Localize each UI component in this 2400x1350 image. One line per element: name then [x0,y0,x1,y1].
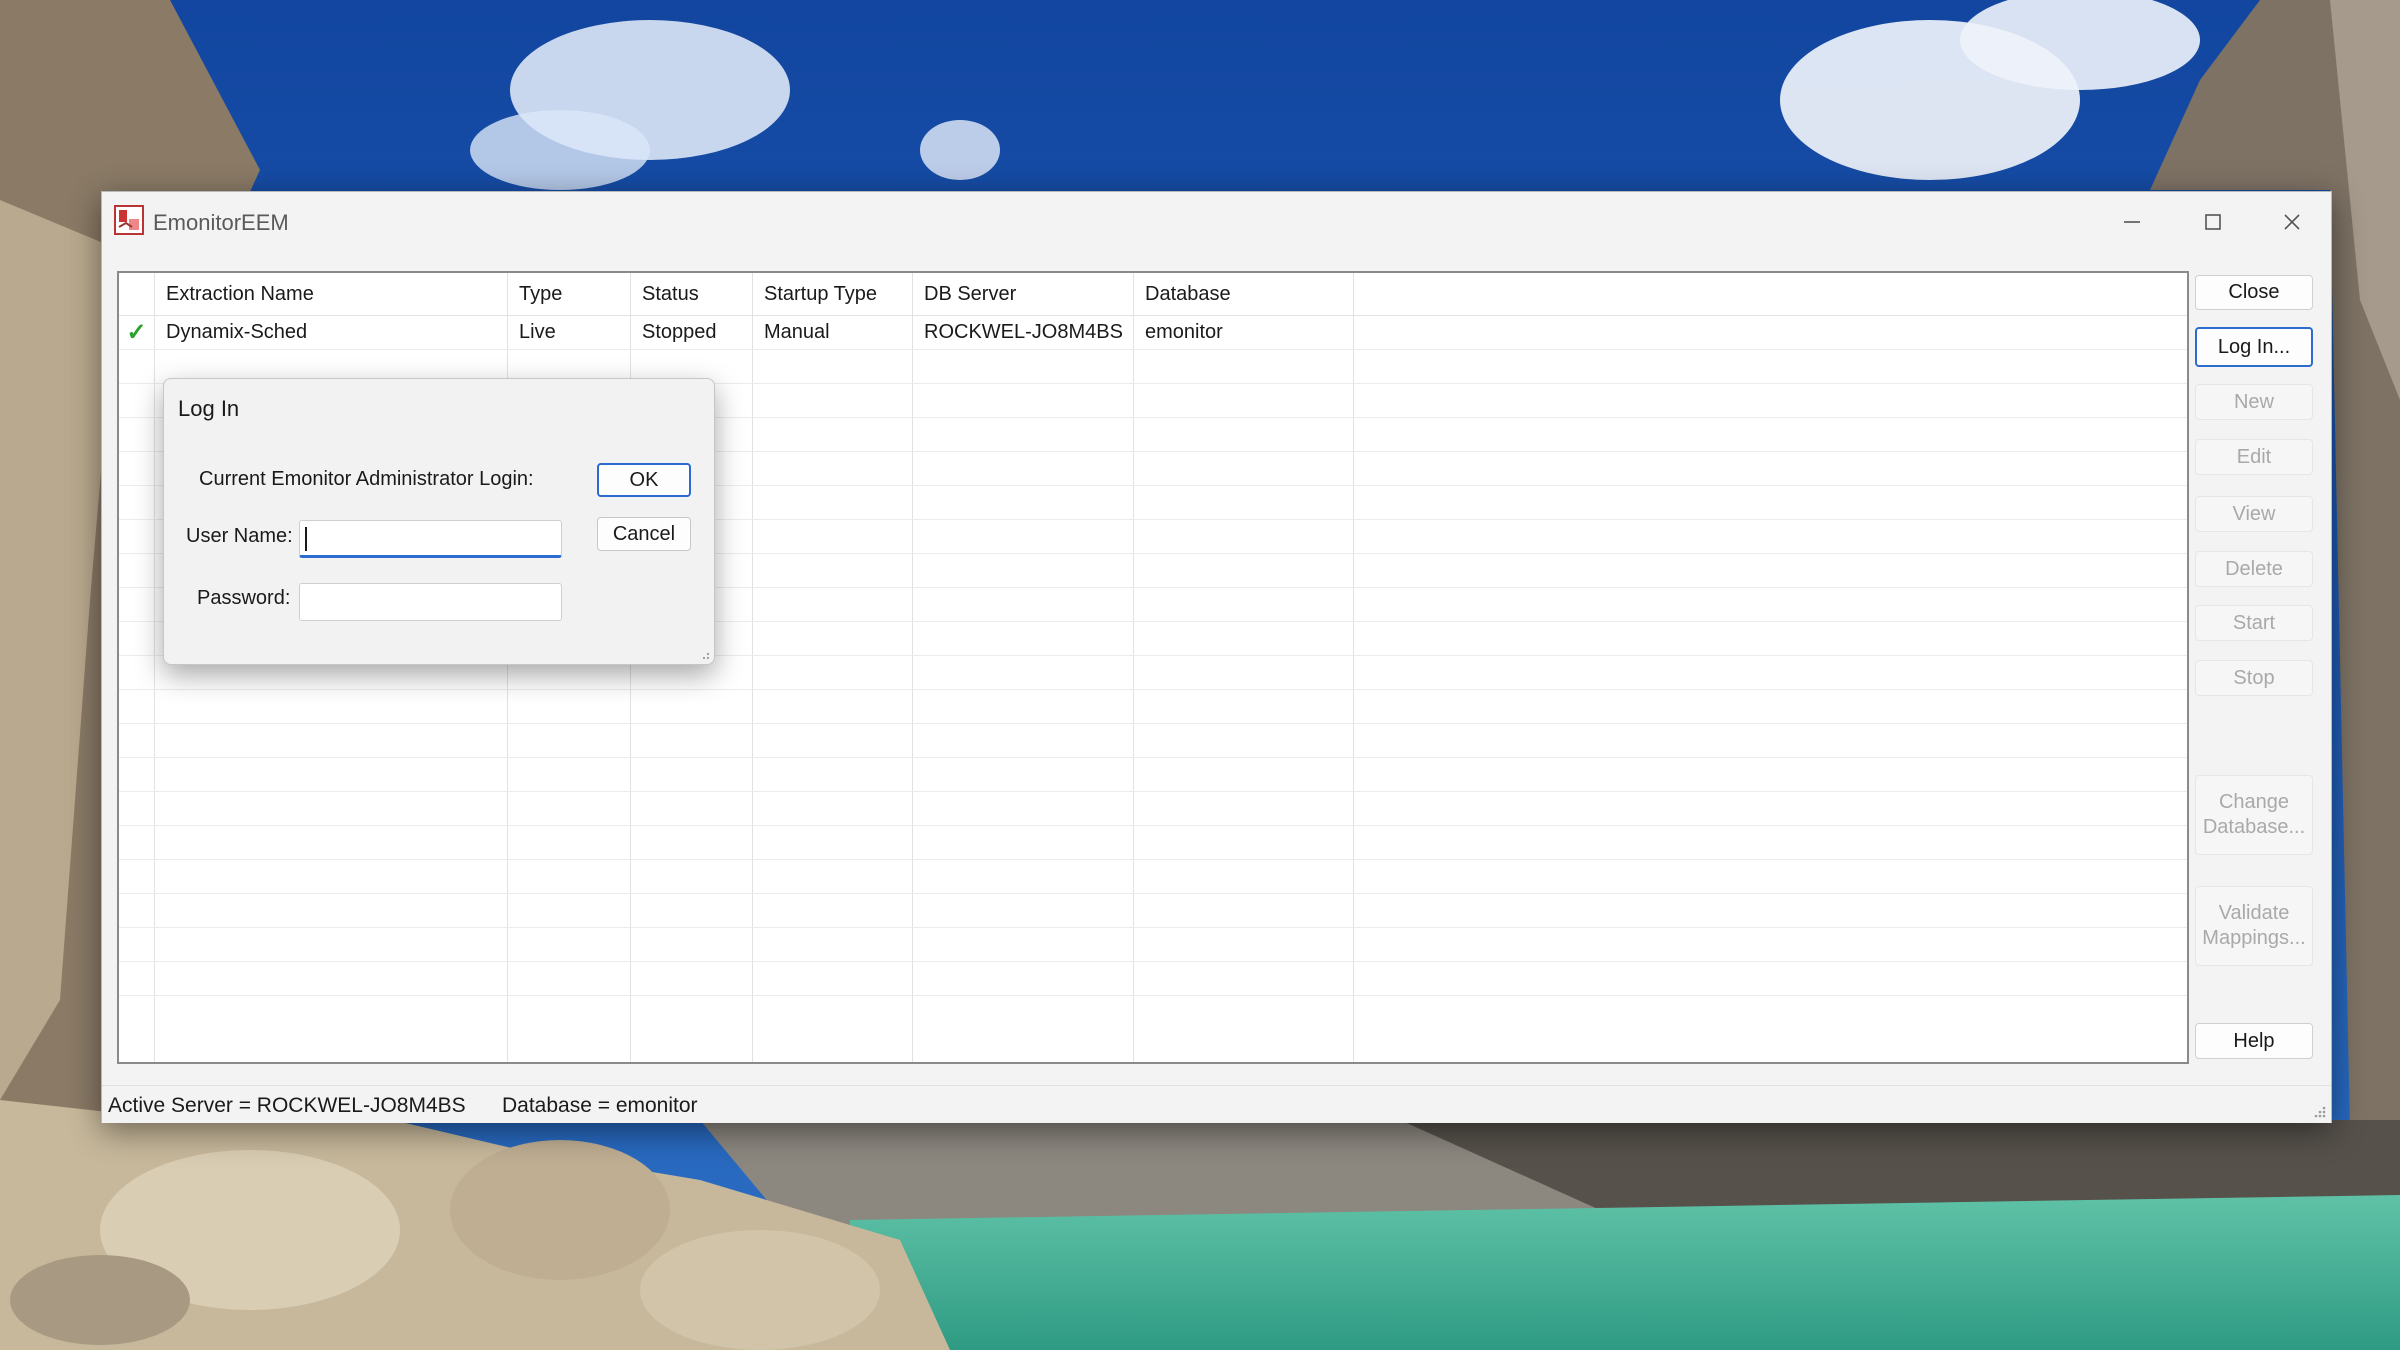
column-header-filler [1354,273,2187,315]
status-database: Database = emonitor [502,1094,698,1117]
cell-extraction-name[interactable]: Dynamix-Sched [155,316,508,349]
dialog-title: Log In [178,396,240,421]
empty-row [119,792,2187,826]
cancel-button[interactable]: Cancel [597,517,691,551]
log-in-button[interactable]: Log In... [2195,327,2313,367]
password-input[interactable] [299,583,562,621]
cell-filler [1354,316,2187,349]
row-status-cell: ✓ [119,316,155,349]
current-login-label: Current Emonitor Administrator Login: [199,468,534,490]
change-database-button[interactable]: Change Database... [2195,775,2313,855]
validate-mappings-label-line2: Mappings... [2202,927,2306,949]
minimize-button[interactable] [2102,202,2162,242]
login-dialog: Log In Current Emonitor Administrator Lo… [163,378,715,665]
row-indicator-header [119,273,155,315]
cell-status[interactable]: Stopped [631,316,753,349]
minimize-icon [2124,221,2140,223]
title-bar[interactable]: EmonitorEEM [102,192,2331,270]
maximize-icon [2205,214,2221,230]
cell-type[interactable]: Live [508,316,631,349]
empty-row [119,690,2187,724]
close-button[interactable]: Close [2195,275,2313,310]
grid-header: Extraction Name Type Status Startup Type… [119,273,2187,316]
empty-row [119,996,2187,1062]
empty-row [119,928,2187,962]
change-database-label-line2: Database... [2202,816,2306,838]
cell-db-server[interactable]: ROCKWEL-JO8M4BS [913,316,1134,349]
column-header-status[interactable]: Status [631,273,753,315]
cell-startup-type[interactable]: Manual [753,316,913,349]
empty-row [119,724,2187,758]
column-header-database[interactable]: Database [1134,273,1354,315]
username-input[interactable] [299,520,562,558]
window-title: EmonitorEEM [153,210,289,235]
new-button[interactable]: New [2195,384,2313,420]
empty-row [119,758,2187,792]
close-window-button[interactable] [2262,202,2322,242]
column-header-db-server[interactable]: DB Server [913,273,1134,315]
validate-mappings-button[interactable]: Validate Mappings... [2195,886,2313,966]
status-bar: Active Server = ROCKWEL-JO8M4BS Database… [102,1085,2331,1123]
edit-button[interactable]: Edit [2195,439,2313,475]
empty-row [119,962,2187,996]
close-icon [2284,214,2300,230]
dialog-resize-grip-icon[interactable] [698,648,710,660]
resize-grip-icon[interactable] [2311,1103,2327,1119]
change-database-label-line1: Change [2218,791,2290,813]
status-active-server: Active Server = ROCKWEL-JO8M4BS [108,1094,466,1117]
password-label: Password: [197,587,291,609]
column-header-extraction-name[interactable]: Extraction Name [155,273,508,315]
maximize-button[interactable] [2183,202,2243,242]
delete-button[interactable]: Delete [2195,551,2313,587]
text-caret [305,527,307,551]
table-row[interactable]: ✓ Dynamix-Sched Live Stopped Manual ROCK… [119,316,2187,350]
username-label: User Name: [186,525,293,547]
column-header-startup-type[interactable]: Startup Type [753,273,913,315]
column-header-type[interactable]: Type [508,273,631,315]
view-button[interactable]: View [2195,496,2313,532]
cell-database[interactable]: emonitor [1134,316,1354,349]
app-icon [114,205,144,235]
start-button[interactable]: Start [2195,605,2313,641]
help-button[interactable]: Help [2195,1023,2313,1059]
stop-button[interactable]: Stop [2195,660,2313,696]
checkmark-icon: ✓ [126,318,147,346]
validate-mappings-label-line1: Validate [2218,902,2290,924]
empty-row [119,894,2187,928]
empty-row [119,860,2187,894]
ok-button[interactable]: OK [597,463,691,497]
empty-row [119,826,2187,860]
